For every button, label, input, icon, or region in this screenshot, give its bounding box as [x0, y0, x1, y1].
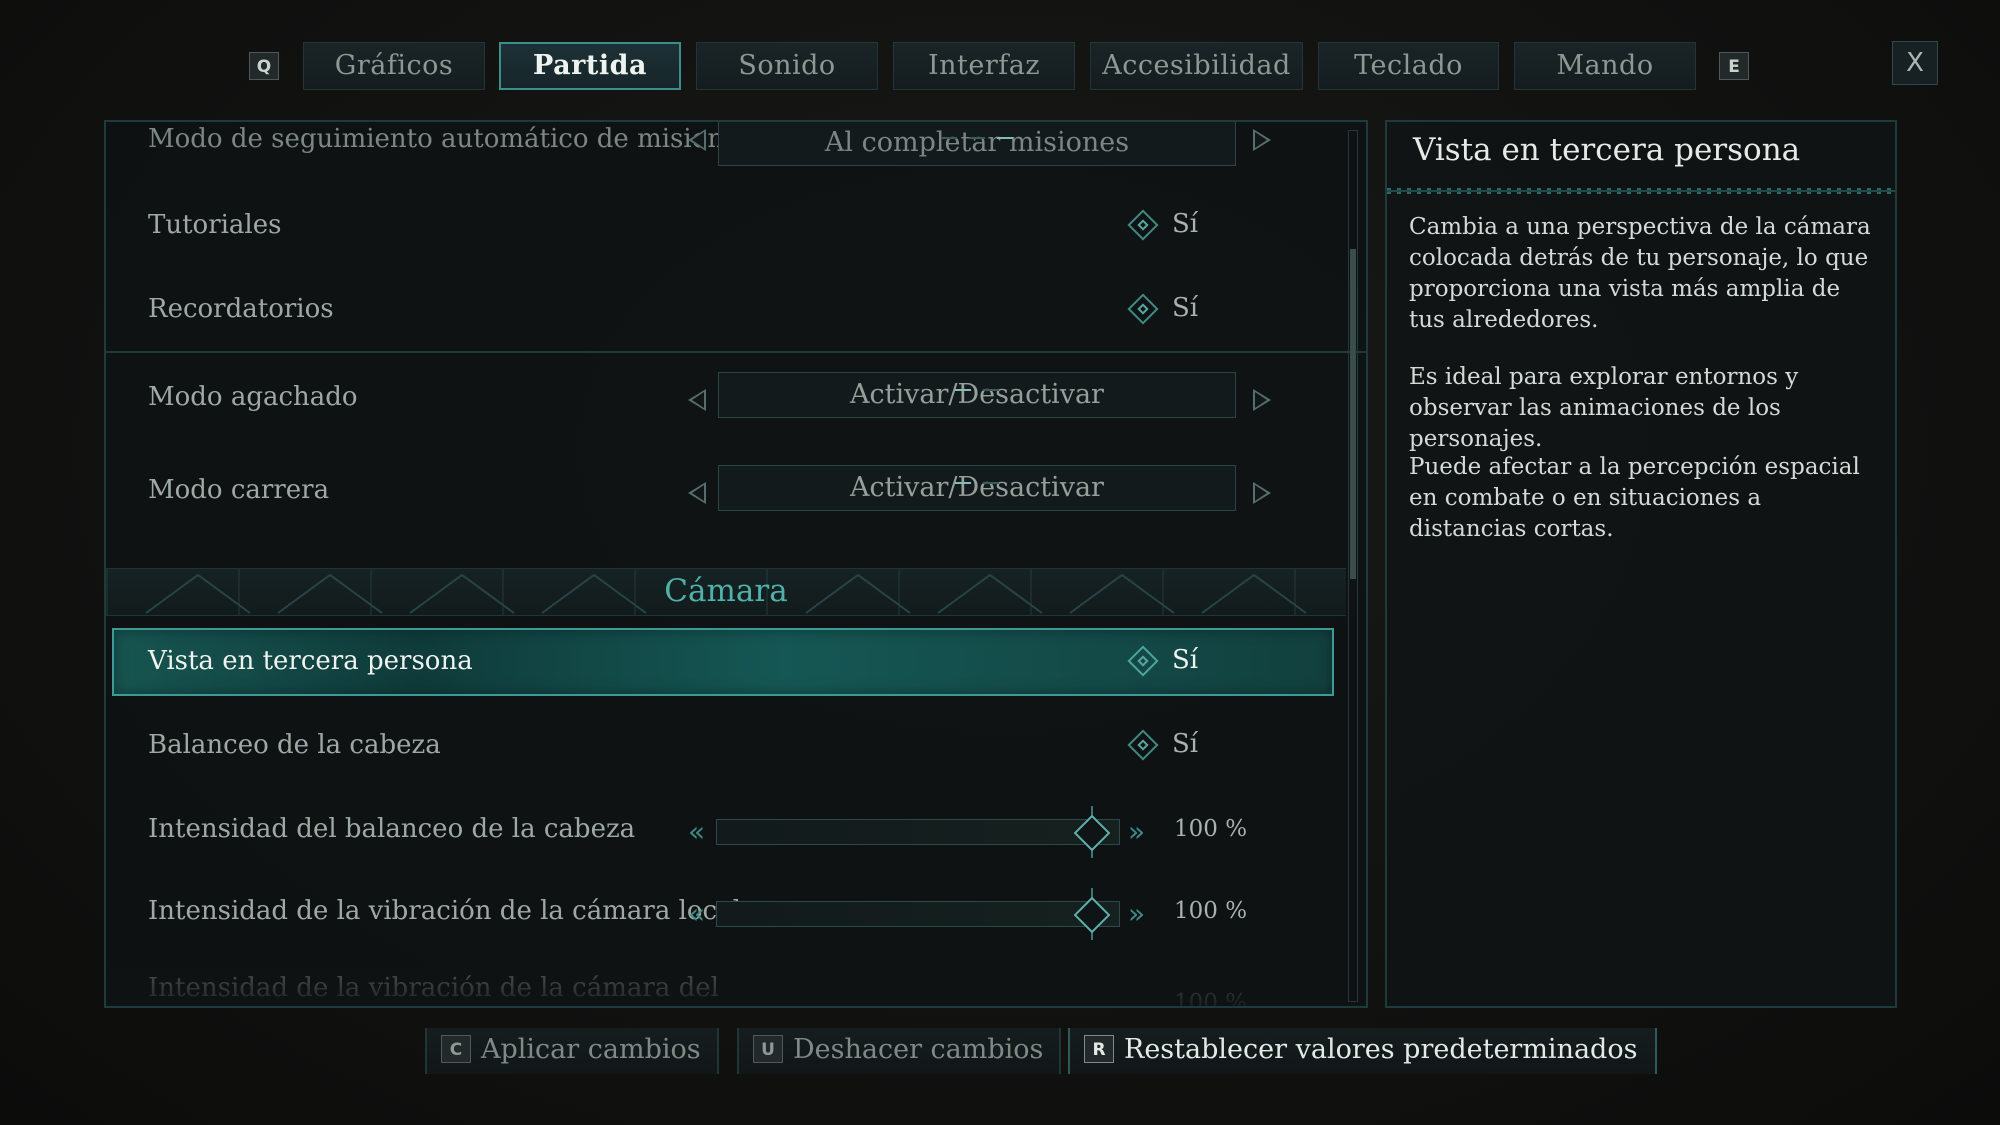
mission-tracking-selector[interactable]: Al completar misiones	[718, 122, 1236, 166]
camera-shake-partial-label: Intensidad de la vibración de la cámara …	[148, 973, 719, 1003]
local-camera-shake-value: 100 %	[1174, 898, 1248, 924]
diamond-icon	[1127, 729, 1159, 761]
head-bob-intensity-slider[interactable]: « »	[688, 806, 1158, 858]
chevron-right-icon[interactable]: »	[1128, 816, 1145, 848]
mission-tracking-label: Modo de seguimiento automático de mision…	[148, 124, 753, 154]
apply-changes-button[interactable]: C Aplicar cambios	[425, 1028, 719, 1074]
apply-changes-label: Aplicar cambios	[481, 1034, 701, 1065]
chevron-left-icon[interactable]: «	[688, 816, 705, 848]
chevron-left-icon[interactable]: «	[688, 898, 705, 930]
tab-mando[interactable]: Mando	[1514, 42, 1696, 90]
description-paragraph: Puede afectar a la percepción espacial e…	[1409, 454, 1860, 542]
settings-panel: Modo de seguimiento automático de mision…	[104, 120, 1368, 1008]
sprint-mode-label: Modo carrera	[148, 475, 330, 505]
mission-tracking-prev-arrow[interactable]	[688, 129, 706, 151]
camera-section-title: Cámara	[664, 573, 788, 609]
slider-track	[716, 819, 1120, 845]
mission-tracking-next-arrow[interactable]	[1253, 129, 1271, 151]
tutorials-value: Sí	[1172, 209, 1199, 239]
tab-interfaz[interactable]: Interfaz	[893, 42, 1075, 90]
tutorials-label: Tutoriales	[148, 210, 282, 240]
camera-section-header: Cámara	[106, 568, 1346, 616]
mission-tracking-option-dots	[719, 122, 1235, 161]
head-bob-intensity-value: 100 %	[1174, 816, 1248, 842]
slider-track	[716, 901, 1120, 927]
key-c-icon: C	[441, 1034, 471, 1063]
reset-defaults-button[interactable]: R Restablecer valores predeterminados	[1068, 1028, 1658, 1074]
diamond-icon	[1127, 209, 1159, 241]
undo-changes-label: Deshacer cambios	[793, 1034, 1044, 1065]
description-title: Vista en tercera persona	[1413, 132, 1801, 168]
close-button[interactable]: X	[1892, 41, 1938, 85]
head-bob-intensity-label: Intensidad del balanceo de la cabeza	[148, 814, 636, 844]
head-bob-value: Sí	[1172, 729, 1199, 759]
reminders-label: Recordatorios	[148, 294, 334, 324]
settings-scrollbar[interactable]	[1348, 130, 1358, 1002]
scrollbar-thumb[interactable]	[1350, 249, 1356, 579]
third-person-value: Sí	[1172, 645, 1199, 675]
crouch-mode-prev-arrow[interactable]	[688, 389, 706, 411]
key-r-icon: R	[1084, 1034, 1114, 1063]
description-panel: Vista en tercera persona Cambia a una pe…	[1385, 120, 1897, 1008]
camera-shake-partial-value: 100 %	[1174, 990, 1248, 1008]
sprint-mode-selector[interactable]: Activar/Desactivar	[718, 465, 1236, 511]
sprint-mode-option-dots	[719, 462, 1235, 506]
head-bob-label: Balanceo de la cabeza	[148, 730, 441, 760]
description-divider	[1387, 188, 1895, 194]
crouch-mode-label: Modo agachado	[148, 382, 358, 412]
reset-defaults-label: Restablecer valores predeterminados	[1124, 1034, 1638, 1065]
tab-teclado[interactable]: Teclado	[1318, 42, 1499, 90]
next-tab-key[interactable]: E	[1719, 52, 1749, 80]
tab-sonido[interactable]: Sonido	[696, 42, 878, 90]
description-paragraph: Es ideal para explorar entornos y observ…	[1409, 364, 1799, 452]
local-camera-shake-slider[interactable]: « »	[688, 888, 1158, 940]
prev-tab-key[interactable]: Q	[249, 52, 279, 80]
tab-graficos[interactable]: Gráficos	[303, 42, 485, 90]
key-u-icon: U	[753, 1034, 783, 1063]
diamond-icon	[1127, 293, 1159, 325]
crouch-mode-next-arrow[interactable]	[1253, 389, 1271, 411]
slider-fill	[717, 820, 1119, 844]
reminders-value: Sí	[1172, 293, 1199, 323]
crouch-mode-option-dots	[719, 369, 1235, 413]
description-paragraph: Cambia a una perspectiva de la cámara co…	[1409, 214, 1871, 333]
sprint-mode-next-arrow[interactable]	[1253, 482, 1271, 504]
slider-fill	[717, 902, 1119, 926]
third-person-label: Vista en tercera persona	[148, 646, 473, 676]
chevron-right-icon[interactable]: »	[1128, 898, 1145, 930]
tab-accesibilidad[interactable]: Accesibilidad	[1090, 42, 1303, 90]
local-camera-shake-label: Intensidad de la vibración de la cámara …	[148, 896, 741, 926]
crouch-mode-selector[interactable]: Activar/Desactivar	[718, 372, 1236, 418]
group-divider	[106, 351, 1366, 353]
tab-partida[interactable]: Partida	[499, 42, 681, 90]
sprint-mode-prev-arrow[interactable]	[688, 482, 706, 504]
undo-changes-button[interactable]: U Deshacer cambios	[737, 1028, 1062, 1074]
